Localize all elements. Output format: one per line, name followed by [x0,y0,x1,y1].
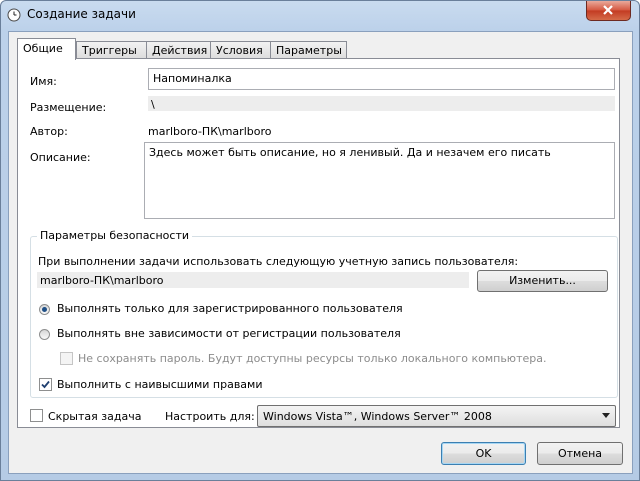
tab-triggers[interactable]: Триггеры [76,41,147,59]
security-group-title: Параметры безопасности [37,229,193,242]
highest-privileges-label[interactable]: Выполнить с наивысшими правами [57,378,263,391]
tab-conditions[interactable]: Условия [210,41,272,59]
checkbox-highest-privileges[interactable] [39,378,52,391]
name-label: Имя: [30,75,57,88]
tab-settings[interactable]: Параметры [270,41,347,59]
clock-icon [7,8,21,22]
configure-for-value: Windows Vista™, Windows Server™ 2008 [263,410,492,423]
dialog-client: Общие Триггеры Действия Условия Параметр… [8,31,633,474]
location-label: Размещение: [30,101,107,114]
checkmark-icon [41,380,50,389]
name-input[interactable]: Напоминалка [148,68,615,90]
description-textarea[interactable]: Здесь может быть описание, но я ленивый.… [144,142,615,219]
no-store-password-label: Не сохранять пароль. Будут доступны ресу… [78,352,547,365]
tab-actions[interactable]: Действия [146,41,212,59]
checkbox-hidden-task[interactable] [30,409,43,422]
hidden-task-label[interactable]: Скрытая задача [48,410,141,423]
author-label: Автор: [30,125,68,138]
checkbox-no-store-password[interactable] [60,352,73,365]
account-prompt: При выполнении задачи использовать следу… [38,255,519,268]
description-label: Описание: [30,151,91,164]
window-title: Создание задачи [27,7,136,21]
author-value: marlboro-ПК\marlboro [148,125,272,138]
tab-general[interactable]: Общие [17,38,76,60]
dialog-window: Создание задачи Общие Триггеры Действия … [0,0,640,481]
configure-for-label: Настроить для: [165,410,255,423]
radio-run-logged-on-label[interactable]: Выполнять только для зарегистрированного… [57,302,403,315]
location-value: \ [148,96,615,111]
radio-run-logged-on[interactable] [39,304,50,315]
title-bar[interactable]: Создание задачи [1,1,639,29]
account-value: marlboro-ПК\marlboro [37,272,469,288]
change-user-button[interactable]: Изменить... [477,270,608,292]
close-button[interactable] [586,1,631,21]
close-icon [603,5,613,15]
cancel-button[interactable]: Отмена [537,442,623,465]
radio-run-whether-logged[interactable] [39,329,50,340]
radio-run-whether-logged-label[interactable]: Выполнять вне зависимости от регистрации… [57,327,401,340]
configure-for-select[interactable]: Windows Vista™, Windows Server™ 2008 [257,405,616,427]
chevron-down-icon [602,413,610,418]
ok-button[interactable]: OK [441,442,526,465]
general-tab-panel: Имя: Напоминалка Размещение: \ Автор: ma… [17,58,620,428]
